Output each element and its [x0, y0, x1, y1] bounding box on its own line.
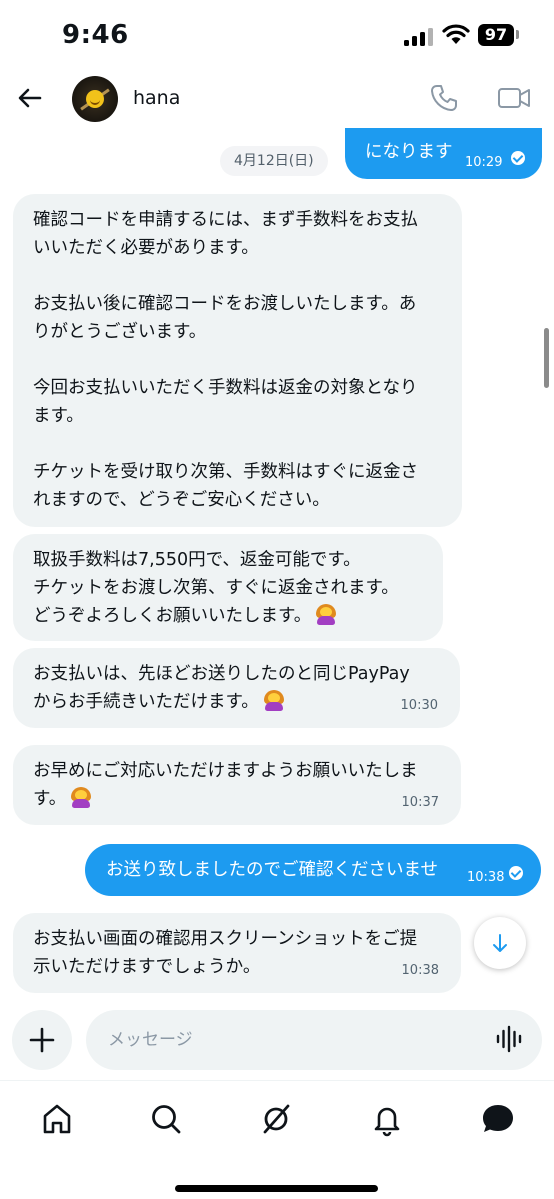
grok-icon[interactable]: [256, 1099, 296, 1139]
battery-indicator: 97: [478, 24, 514, 46]
message-text: お送り致しましたのでご確認くださいませ: [106, 860, 438, 880]
phone-icon[interactable]: [428, 82, 460, 114]
message-time: 10:38: [401, 963, 439, 978]
contact-avatar[interactable]: [72, 76, 118, 122]
scroll-to-bottom-button[interactable]: [474, 917, 526, 969]
message-composer: [0, 1000, 554, 1078]
messages-icon[interactable]: [478, 1099, 518, 1139]
message-bubble-outgoing[interactable]: お送り致しましたのでご確認くださいませ 10:38: [85, 844, 541, 896]
person-bowing-emoji-icon: [70, 786, 92, 808]
message-bubble-outgoing[interactable]: になります 10:29: [345, 128, 542, 179]
message-text: 確認コードを申請するには、まず手数料をお支払 いいただく必要があります。 お支払…: [33, 210, 418, 510]
date-divider: 4月12日(日): [220, 146, 328, 176]
message-text: 取扱手数料は7,550円で、返金可能です。 チケットをお渡し次第、すぐに返金され…: [33, 550, 399, 626]
search-icon[interactable]: [146, 1099, 186, 1139]
read-receipt-icon: [509, 866, 523, 880]
battery-tip: [516, 30, 519, 39]
voice-wave-icon[interactable]: [494, 1024, 526, 1054]
message-bubble-incoming[interactable]: 取扱手数料は7,550円で、返金可能です。 チケットをお渡し次第、すぐに返金され…: [13, 534, 443, 641]
message-time: 10:37: [401, 795, 439, 810]
status-bar: 9:46 97: [0, 0, 554, 70]
home-indicator: [175, 1185, 378, 1192]
wifi-icon: [442, 24, 470, 44]
message-text: になります: [365, 142, 453, 162]
home-icon[interactable]: [37, 1099, 77, 1139]
person-bowing-emoji-icon: [315, 603, 337, 625]
conversation-header: hana: [0, 70, 554, 128]
back-arrow-icon[interactable]: [14, 82, 46, 114]
read-receipt-icon: [511, 151, 525, 165]
bottom-tab-bar: [0, 1080, 554, 1199]
message-text: お支払いは、先ほどお送りしたのと同じPayPay からお手続きいただけます。: [33, 664, 410, 712]
message-bubble-incoming[interactable]: お支払い画面の確認用スクリーンショットをご提 示いただけますでしょうか。 10:…: [13, 913, 461, 993]
message-text: お早めにご対応いただけますようお願いいたしま す。: [33, 761, 418, 809]
message-time: 10:29: [465, 155, 503, 170]
plus-icon: [29, 1027, 55, 1053]
cellular-signal-icon: [404, 28, 434, 46]
message-bubble-incoming[interactable]: お早めにご対応いただけますようお願いいたしま す。 10:37: [13, 745, 461, 825]
arrow-down-icon: [493, 934, 507, 952]
person-bowing-emoji-icon: [263, 689, 285, 711]
message-bubble-incoming[interactable]: 確認コードを申請するには、まず手数料をお支払 いいただく必要があります。 お支払…: [13, 194, 462, 527]
message-text: お支払い画面の確認用スクリーンショットをご提 示いただけますでしょうか。: [33, 929, 418, 977]
contact-name[interactable]: hana: [133, 87, 180, 109]
chat-thread[interactable]: になります 10:29 4月12日(日) 確認コードを申請するには、まず手数料を…: [0, 128, 554, 1000]
message-time: 10:30: [400, 698, 438, 713]
video-camera-icon[interactable]: [496, 82, 532, 114]
add-attachment-button[interactable]: [12, 1010, 72, 1070]
message-input[interactable]: [86, 1010, 542, 1070]
status-time: 9:46: [62, 20, 129, 50]
bell-icon[interactable]: [367, 1099, 407, 1139]
message-bubble-incoming[interactable]: お支払いは、先ほどお送りしたのと同じPayPay からお手続きいただけます。 1…: [13, 648, 460, 728]
message-time: 10:38: [467, 870, 505, 885]
scrollbar-thumb[interactable]: [544, 328, 549, 388]
